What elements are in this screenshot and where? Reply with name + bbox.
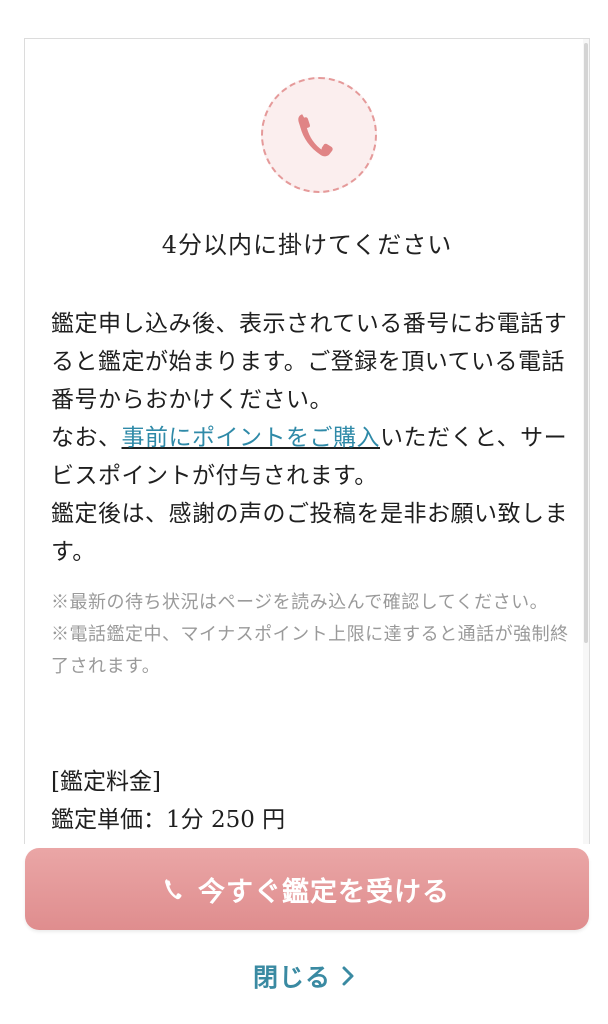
scrollbar[interactable] (583, 39, 589, 844)
points-text-before: なお、 (51, 425, 122, 451)
fee-unit-price: 鑑定単価：1分 250 円 (51, 807, 286, 833)
note-wait-status: ※最新の待ち状況はページを読み込んで確認してください。 (51, 592, 549, 613)
prepurchase-points-link[interactable]: 事前にポイントをご購入 (122, 425, 381, 451)
call-instructions-modal: 4分以内に掛けてください 鑑定申し込み後、表示されている番号にお電話すると鑑定が… (24, 38, 590, 844)
close-label: 閉じる (252, 963, 331, 992)
start-reading-now-button[interactable]: 今すぐ鑑定を受ける (25, 848, 589, 930)
notes: ※最新の待ち状況はページを読み込んで確認してください。 ※電話鑑定中、マイナスポ… (51, 587, 579, 683)
feedback-paragraph: 鑑定後は、感謝の声のご投稿を是非お願い致します。 (51, 501, 568, 565)
phone-icon-badge (261, 77, 377, 193)
points-paragraph: なお、事前にポイントをご購入いただくと、サービスポイントが付与されます。 (51, 419, 579, 495)
fee-section: [鑑定料金] 鑑定単価：1分 250 円 (51, 763, 579, 839)
instructions-text: 鑑定申し込み後、表示されている番号にお電話すると鑑定が始まります。ご登録を頂いて… (51, 305, 579, 571)
phone-icon (298, 114, 333, 157)
scrollbar-thumb[interactable] (584, 43, 588, 643)
phone-icon (164, 874, 186, 904)
modal-title: 4分以内に掛けてください (161, 231, 453, 259)
instructions-paragraph: 鑑定申し込み後、表示されている番号にお電話すると鑑定が始まります。ご登録を頂いて… (51, 311, 568, 413)
start-reading-now-label: 今すぐ鑑定を受ける (198, 876, 450, 908)
fee-heading: [鑑定料金] (51, 769, 161, 795)
note-minus-points: ※電話鑑定中、マイナスポイント上限に達すると通話が強制終了されます。 (51, 624, 569, 677)
close-button[interactable]: 閉じる (0, 958, 608, 994)
chevron-right-icon (341, 965, 355, 987)
